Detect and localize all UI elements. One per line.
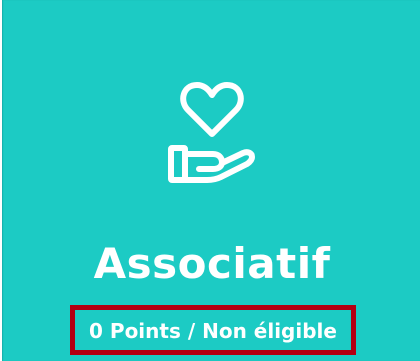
- associatif-card[interactable]: Associatif 0 Points / Non éligible: [2, 0, 420, 361]
- points-status-badge: 0 Points / Non éligible: [70, 305, 356, 355]
- card-title: Associatif: [93, 239, 331, 288]
- heart-in-hand-icon: [161, 76, 261, 188]
- points-status-text: 0 Points / Non éligible: [89, 319, 337, 343]
